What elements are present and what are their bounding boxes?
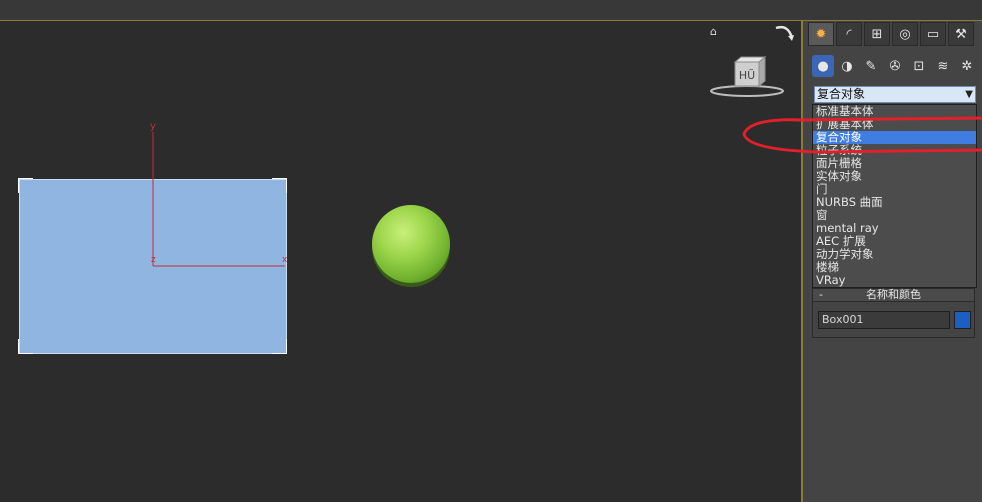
selection-bracket-br [272,339,287,354]
dropdown-value: 复合对象 [817,87,866,101]
object-name-field[interactable]: Box001 [818,311,950,329]
viewcube[interactable]: HŨ [708,52,786,100]
dropdown-option[interactable]: 实体对象 [813,170,976,183]
helpers-icon[interactable]: ⊡ [908,55,930,77]
dropdown-option[interactable]: VRay [813,274,976,287]
orbit-icon[interactable] [772,22,796,46]
spacewarps-icon[interactable]: ≋ [932,55,954,77]
dropdown-option[interactable]: NURBS 曲面 [813,196,976,209]
systems-icon[interactable]: ✲ [956,55,978,77]
home-icon[interactable]: ⌂ [710,25,722,38]
hierarchy-icon[interactable]: ⊞ [864,22,890,46]
object-color-swatch[interactable] [954,311,971,329]
cameras-icon[interactable]: ✇ [884,55,906,77]
red-circle-annotation [742,116,982,154]
object-type-dropdown[interactable]: 复合对象 ▼ [814,86,976,103]
top-toolbar [0,0,982,21]
create-icon[interactable]: ✹ [808,22,834,46]
display-icon[interactable]: ▭ [920,22,946,46]
selection-bracket-bl [18,339,33,354]
box-object[interactable] [19,179,287,354]
rollout-title: 名称和颜色 [866,288,921,301]
geometry-icon[interactable]: ● [812,55,834,77]
command-panel-tabs: ✹ ◜ ⊞ ◎ ▭ ⚒ [808,22,974,46]
utilities-icon[interactable]: ⚒ [948,22,974,46]
sphere-object[interactable] [372,205,450,283]
lights-icon[interactable]: ✎ [860,55,882,77]
name-color-rollout-header[interactable]: - 名称和颜色 [812,288,975,302]
viewcube-label: HŨ [739,69,755,82]
shapes-icon[interactable]: ◑ [836,55,858,77]
selection-bracket-tr [272,178,287,193]
modify-icon[interactable]: ◜ [836,22,862,46]
chevron-down-icon[interactable]: ▼ [965,87,973,102]
create-category-icons: ● ◑ ✎ ✇ ⊡ ≋ ✲ [812,55,978,79]
motion-icon[interactable]: ◎ [892,22,918,46]
selection-bracket-tl [18,178,33,193]
